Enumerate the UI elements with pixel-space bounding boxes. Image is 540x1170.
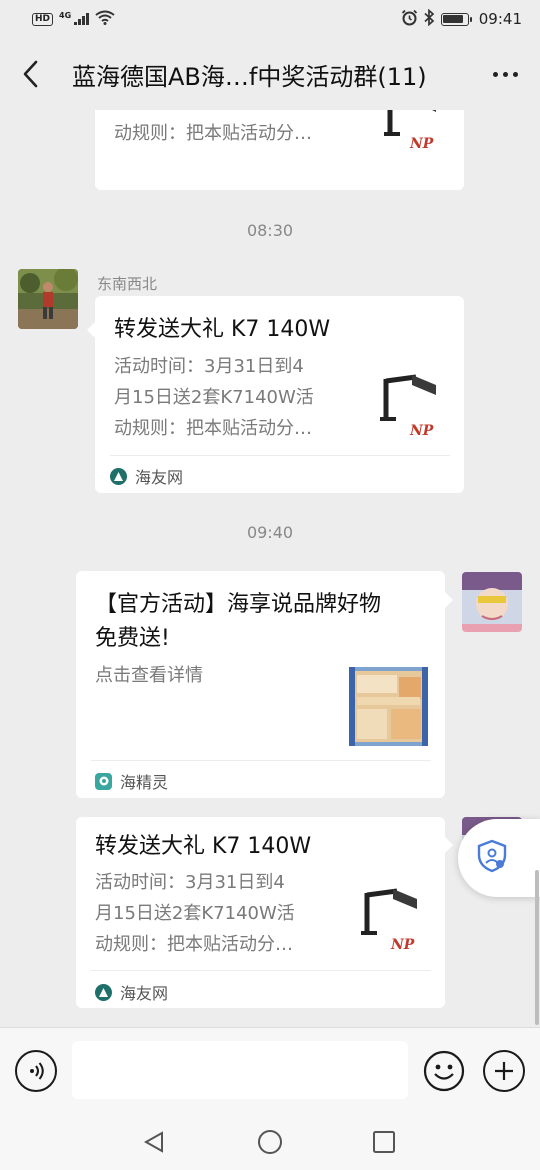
voice-icon[interactable] [15, 1050, 57, 1092]
card-source-label: 海精灵 [120, 773, 169, 792]
status-time: 09:41 [478, 10, 522, 28]
haiyou-app-icon [95, 983, 112, 1001]
bubble-tail [445, 592, 453, 608]
battery-icon [440, 12, 472, 26]
haiyou-app-icon [110, 467, 127, 485]
avatar[interactable] [462, 572, 522, 632]
link-card[interactable]: 【官方活动】海享说品牌好物 免费送! 点击查看详情 海精灵 [76, 571, 445, 798]
avatar[interactable] [18, 269, 78, 329]
bubble-tail [87, 322, 95, 338]
thumb-watermark: NP [409, 423, 434, 439]
alarm-icon [401, 9, 418, 30]
thumb-watermark: NP [390, 937, 415, 953]
card-source-label: 海友网 [135, 468, 184, 487]
battery-level [443, 15, 463, 23]
card-title: 转发送大礼 K7 140W [114, 317, 331, 342]
status-left: HD 4G [32, 10, 115, 29]
card-description: 点击查看详情 [95, 665, 203, 686]
card-source: 海友网 [95, 980, 168, 1004]
system-nav-bar [0, 1113, 540, 1170]
hd-badge: HD [32, 12, 54, 26]
chat-message-list[interactable]: 月15日送2套K7140W活 动规则：把本贴活动分… NP 08:30 [0, 110, 540, 1025]
message-input[interactable] [72, 1041, 408, 1099]
chevron-left-icon[interactable] [0, 38, 60, 110]
bubble-tail [445, 837, 453, 853]
timestamp: 08:30 [246, 221, 294, 240]
card-source-label: 海友网 [120, 984, 169, 1003]
card-source: 海精灵 [95, 769, 168, 793]
thumb-watermark: NP [409, 136, 434, 152]
chat-title: 蓝海德国AB海…f中奖活动群(11) [72, 62, 427, 91]
card-description: 活动时间：3月31日到4 月15日送2套K7140W活 动规则：把本贴活动分… [114, 356, 314, 439]
emoji-icon[interactable] [423, 1050, 465, 1092]
card-divider [110, 455, 450, 456]
link-card-partial[interactable]: 月15日送2套K7140W活 动规则：把本贴活动分… NP [95, 110, 464, 190]
more-horizontal-icon[interactable] [470, 38, 540, 110]
product-thumbnail: NP [357, 885, 437, 965]
nav-recents-icon[interactable] [367, 1125, 401, 1159]
nav-home-icon[interactable] [253, 1125, 287, 1159]
privacy-shield-button[interactable] [458, 819, 540, 897]
card-description: 活动时间：3月31日到4 月15日送2套K7140W活 动规则：把本贴活动分… [95, 872, 295, 955]
link-card[interactable]: 转发送大礼 K7 140W 活动时间：3月31日到4 月15日送2套K7140W… [76, 817, 445, 1008]
signal-icon [74, 13, 89, 25]
card-divider [91, 760, 431, 761]
card-source: 海友网 [110, 464, 183, 488]
input-bar [0, 1027, 540, 1113]
card-title: 【官方活动】海享说品牌好物 免费送! [95, 592, 382, 651]
wifi-icon [95, 10, 115, 29]
article-thumbnail [349, 667, 428, 746]
card-description: 月15日送2套K7140W活 动规则：把本贴活动分… [114, 110, 314, 144]
haijingling-app-icon [95, 772, 112, 790]
plus-icon[interactable] [483, 1050, 525, 1092]
card-title: 转发送大礼 K7 140W [95, 834, 312, 859]
status-right: 09:41 [401, 8, 522, 30]
link-card[interactable]: 转发送大礼 K7 140W 活动时间：3月31日到4 月15日送2套K7140W… [95, 296, 464, 493]
bluetooth-icon [424, 8, 435, 30]
network-type-label: 4G [59, 10, 72, 20]
product-thumbnail: NP [376, 371, 456, 451]
chat-header: 蓝海德国AB海…f中奖活动群(11) [0, 38, 540, 110]
status-bar: HD 4G 09:41 [0, 0, 540, 38]
nav-back-icon[interactable] [137, 1125, 171, 1159]
sender-name: 东南西北 [97, 275, 158, 293]
card-divider [91, 970, 431, 971]
product-thumbnail: NP [376, 110, 456, 168]
scrollbar[interactable] [535, 870, 539, 1025]
timestamp: 09:40 [246, 523, 294, 542]
shield-icon [476, 839, 508, 877]
